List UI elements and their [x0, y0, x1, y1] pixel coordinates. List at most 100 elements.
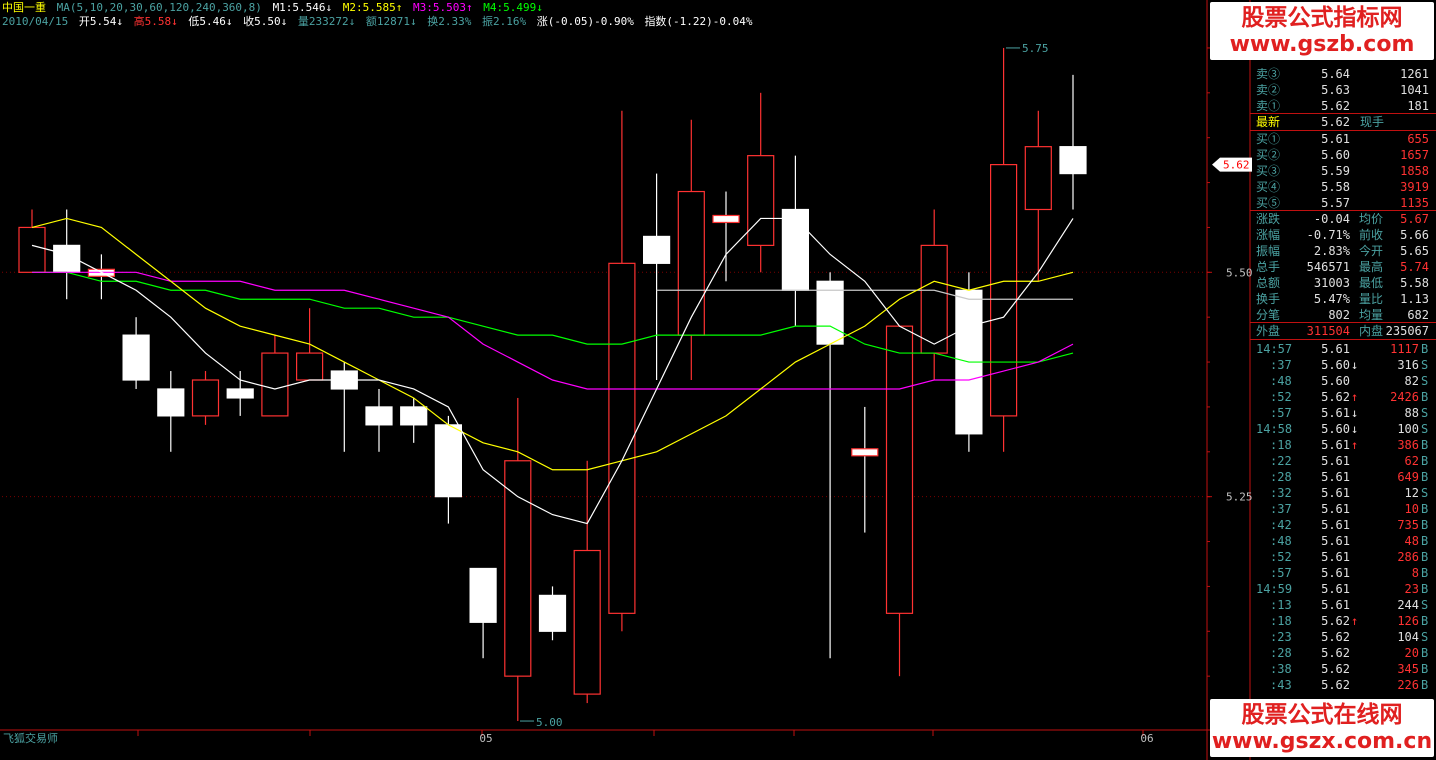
tick-volume: 82: [1404, 374, 1419, 388]
outer-value: 311504: [1306, 324, 1350, 338]
tick-side: B: [1421, 342, 1429, 356]
watermark-bottom-title: 股票公式在线网: [1241, 702, 1403, 728]
candle-body[interactable]: [989, 164, 1018, 417]
tick-price: 5.61: [1321, 438, 1350, 452]
tick-row[interactable]: :48 5.61 48 B: [1255, 533, 1433, 549]
stat-key: 涨幅: [1256, 228, 1281, 242]
candle-body[interactable]: [1059, 146, 1087, 175]
tick-row[interactable]: :28 5.62 20 B: [1255, 645, 1433, 661]
stat-row[interactable]: 涨跌 -0.04 均价 5.67: [1255, 211, 1433, 227]
tick-row[interactable]: :57 5.61 ↓ 88 S: [1255, 405, 1433, 421]
candle-body[interactable]: [504, 460, 532, 677]
candle-body[interactable]: [608, 262, 636, 614]
stat-row[interactable]: 总手 546571 最高 5.74: [1255, 259, 1433, 275]
ask-price: 5.63: [1321, 83, 1350, 97]
tick-row[interactable]: :43 5.62 226 B: [1255, 677, 1433, 693]
tick-time: :52: [1270, 390, 1292, 404]
candle-body[interactable]: [851, 448, 879, 457]
bid-row[interactable]: 买⑤ 5.57 1135: [1255, 195, 1433, 211]
tick-row[interactable]: :48 5.60 82 S: [1255, 373, 1433, 389]
candle-body[interactable]: [747, 155, 775, 246]
stat-key: 今开: [1359, 244, 1384, 258]
tick-side: B: [1421, 566, 1429, 580]
stat-row[interactable]: 涨幅 -0.71% 前收 5.66: [1255, 227, 1433, 243]
tick-side: S: [1421, 630, 1429, 644]
candle-body[interactable]: [538, 594, 567, 632]
candle-body[interactable]: [712, 214, 740, 224]
tick-side: B: [1421, 662, 1429, 676]
candle-body[interactable]: [226, 388, 254, 399]
candle-body[interactable]: [261, 352, 289, 417]
tick-row[interactable]: :52 5.61 286 B: [1255, 549, 1433, 565]
stat-row[interactable]: 总额 31003 最低 5.58: [1255, 275, 1433, 291]
tick-row[interactable]: :37 5.61 10 B: [1255, 501, 1433, 517]
bid-row[interactable]: 买① 5.61 655: [1255, 131, 1433, 147]
candle-body[interactable]: [642, 235, 671, 264]
candle-body[interactable]: [434, 424, 462, 498]
tick-time: :28: [1270, 470, 1292, 484]
candle-body[interactable]: [122, 334, 150, 381]
candle-body[interactable]: [573, 549, 601, 695]
tick-row[interactable]: 14:58 5.60 ↓ 100 S: [1255, 421, 1433, 437]
candle-body[interactable]: [781, 208, 810, 291]
tick-row[interactable]: :28 5.61 649 B: [1255, 469, 1433, 485]
latest-row[interactable]: 最新 5.62 现手: [1255, 114, 1433, 130]
stat-key: 均价: [1359, 212, 1384, 226]
candle-body[interactable]: [1024, 146, 1052, 211]
tick-row[interactable]: :23 5.62 104 S: [1255, 629, 1433, 645]
candle-body[interactable]: [18, 226, 46, 273]
stat-row[interactable]: 振幅 2.83% 今开 5.65: [1255, 243, 1433, 259]
ask-row[interactable]: 卖② 5.63 1041: [1255, 82, 1433, 98]
price-axis-label: 5.25: [1226, 491, 1253, 504]
bid-row[interactable]: 买② 5.60 1657: [1255, 147, 1433, 163]
tick-volume: 104: [1397, 630, 1419, 644]
candle-body[interactable]: [191, 379, 220, 417]
tick-row[interactable]: :57 5.61 8 B: [1255, 565, 1433, 581]
candle-body[interactable]: [469, 567, 497, 623]
watermark-top-title: 股票公式指标网: [1241, 5, 1403, 31]
latest-tag: 现手: [1360, 115, 1385, 129]
candle-body[interactable]: [920, 244, 948, 354]
bar-date: 2010/04/15: [2, 15, 69, 28]
tick-volume: 1117: [1390, 342, 1419, 356]
tick-price: 5.61: [1321, 550, 1350, 564]
stat-value: 5.67: [1400, 212, 1429, 226]
outer-inner-row[interactable]: 外盘 311504 内盘 235067: [1255, 323, 1433, 339]
bar-amount: 额12871↓: [365, 15, 417, 28]
tick-row[interactable]: :22 5.61 62 B: [1255, 453, 1433, 469]
bid-row[interactable]: 买④ 5.58 3919: [1255, 179, 1433, 195]
tick-volume: 226: [1397, 678, 1419, 692]
tick-side: B: [1421, 550, 1429, 564]
tick-row[interactable]: :32 5.61 12 S: [1255, 485, 1433, 501]
tick-time: :18: [1270, 614, 1292, 628]
ask-row[interactable]: 卖③ 5.64 1261: [1255, 66, 1433, 82]
tick-row[interactable]: :18 5.62 ↑ 126 B: [1255, 613, 1433, 629]
tick-time: :28: [1270, 646, 1292, 660]
tick-row[interactable]: :38 5.62 345 B: [1255, 661, 1433, 677]
candle-body[interactable]: [365, 406, 393, 426]
candle-body[interactable]: [296, 352, 324, 381]
tick-row[interactable]: 14:59 5.61 23 B: [1255, 581, 1433, 597]
tick-row[interactable]: :42 5.61 735 B: [1255, 517, 1433, 533]
candle-body[interactable]: [885, 325, 914, 614]
tick-price: 5.62: [1321, 390, 1350, 404]
stat-row[interactable]: 换手 5.47% 量比 1.13: [1255, 291, 1433, 307]
tick-row[interactable]: 14:57 5.61 1117 B: [1255, 341, 1433, 357]
candlestick-chart[interactable]: 5.50 5.25 5.75 5.00 5.62 05 06: [0, 0, 1436, 760]
tick-row[interactable]: :13 5.61 244 S: [1255, 597, 1433, 613]
ask-volume: 1041: [1400, 83, 1429, 97]
candle-body[interactable]: [677, 190, 705, 336]
bar-open: 开5.54↓: [78, 15, 123, 28]
stat-row[interactable]: 分笔 802 均量 682: [1255, 307, 1433, 323]
app-name: 飞狐交易师: [3, 732, 58, 745]
bid-row[interactable]: 买③ 5.59 1858: [1255, 163, 1433, 179]
tick-time: :38: [1270, 662, 1292, 676]
candle-body[interactable]: [400, 406, 428, 426]
tick-volume: 316: [1397, 358, 1419, 372]
ask-row[interactable]: 卖① 5.62 181: [1255, 98, 1433, 114]
candle-body[interactable]: [157, 388, 185, 417]
tick-row[interactable]: :37 5.60 ↓ 316 S: [1255, 357, 1433, 373]
tick-row[interactable]: :52 5.62 ↑ 2426 B: [1255, 389, 1433, 405]
outer-label: 外盘: [1256, 324, 1281, 338]
tick-row[interactable]: :18 5.61 ↑ 386 B: [1255, 437, 1433, 453]
